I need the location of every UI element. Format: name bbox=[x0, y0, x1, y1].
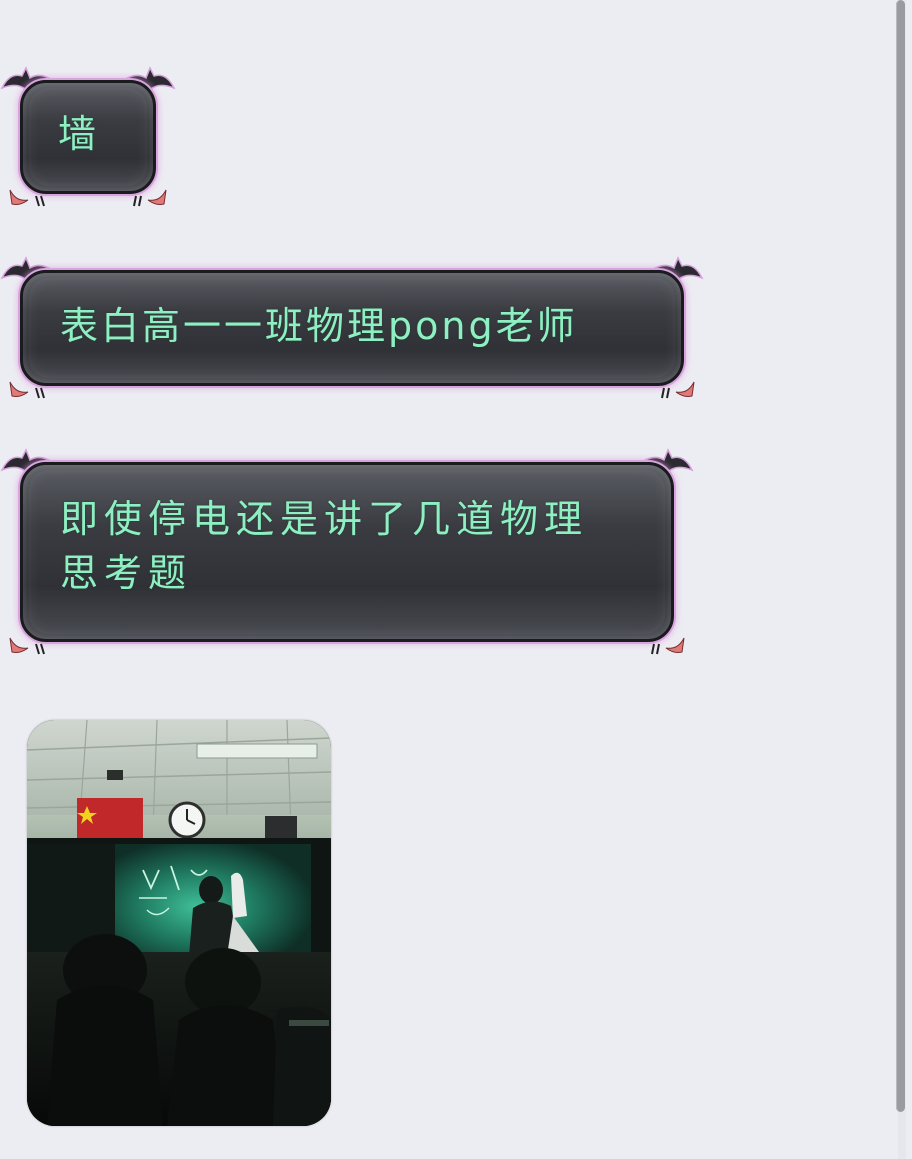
claw-left-icon bbox=[9, 637, 45, 655]
message-text: 表白高一一班物理pong老师 bbox=[60, 304, 578, 348]
chat-bubble-1[interactable]: 墙 bbox=[0, 66, 176, 208]
message-text: 即使停电还是讲了几道物理 思考题 bbox=[60, 497, 589, 595]
classroom-photo[interactable] bbox=[27, 720, 331, 1126]
chat-bubble-2[interactable]: 表白高一一班物理pong老师 bbox=[0, 256, 704, 400]
chat-message-list: 墙 表白高一一班物理pong老师 即使停电还是讲了几道物理 思考题 bbox=[0, 0, 890, 1159]
message-text: 墙 bbox=[58, 112, 103, 156]
claw-left-icon bbox=[9, 189, 45, 207]
claw-right-icon bbox=[661, 381, 695, 399]
claw-left-icon bbox=[9, 381, 45, 399]
claw-right-icon bbox=[133, 189, 167, 207]
chat-bubble-3[interactable]: 即使停电还是讲了几道物理 思考题 bbox=[0, 448, 694, 656]
classroom-photo-icon bbox=[27, 720, 331, 1126]
scrollbar-thumb[interactable] bbox=[896, 0, 905, 1112]
scrollbar[interactable] bbox=[890, 0, 912, 1159]
claw-right-icon bbox=[651, 637, 685, 655]
